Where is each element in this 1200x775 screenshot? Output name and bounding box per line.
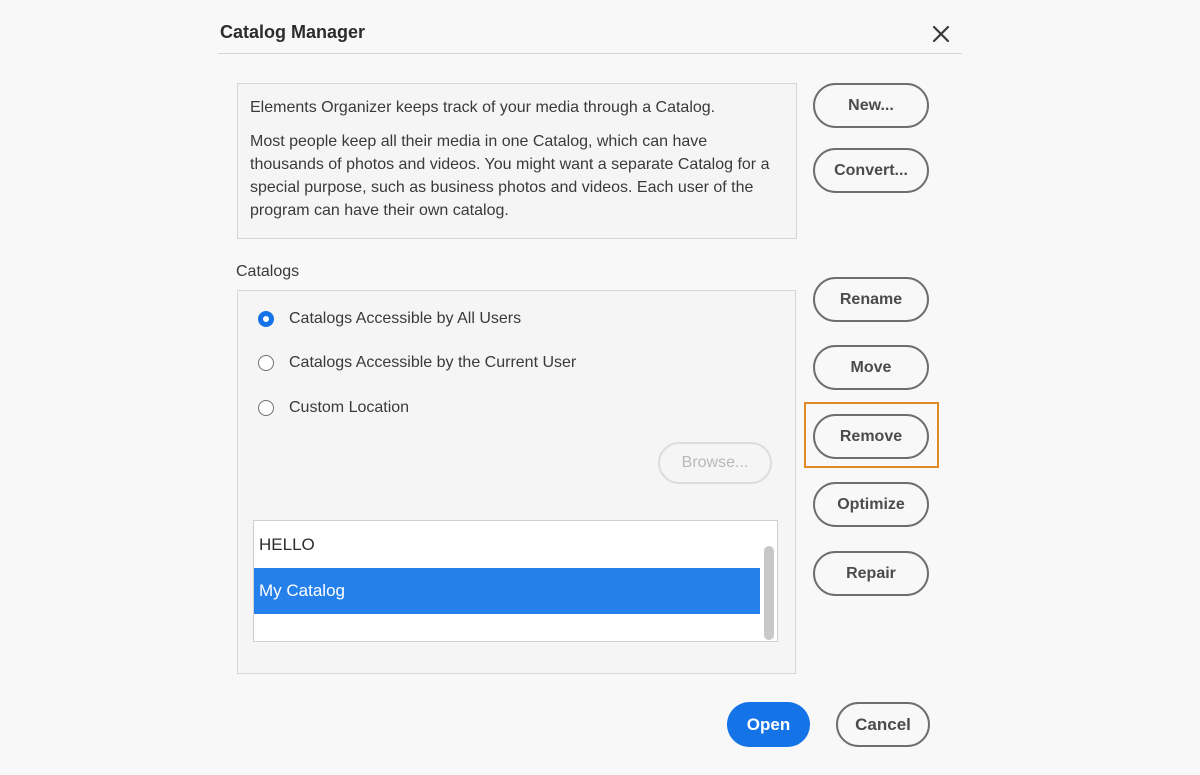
title-divider xyxy=(218,53,962,54)
catalog-manager-dialog: Catalog Manager Elements Organizer keeps… xyxy=(0,0,1200,775)
radio-button[interactable] xyxy=(258,355,274,371)
radio-label-current-user: Catalogs Accessible by the Current User xyxy=(289,354,577,371)
close-icon xyxy=(932,25,950,43)
rename-button[interactable]: Rename xyxy=(813,277,929,322)
catalog-item-hello[interactable]: HELLO xyxy=(254,522,760,568)
convert-button[interactable]: Convert... xyxy=(813,148,929,193)
catalogs-section-label: Catalogs xyxy=(236,263,300,280)
scrollbar-thumb[interactable] xyxy=(764,546,774,640)
open-button[interactable]: Open xyxy=(727,702,810,747)
optimize-button[interactable]: Optimize xyxy=(813,482,929,527)
repair-button[interactable]: Repair xyxy=(813,551,929,596)
radio-button-selected[interactable] xyxy=(258,311,274,327)
catalog-list-scrollbar[interactable] xyxy=(760,521,777,641)
catalog-item-my-catalog[interactable]: My Catalog xyxy=(254,568,760,614)
radio-label-custom-location: Custom Location xyxy=(289,399,410,416)
radio-label-all-users: Catalogs Accessible by All Users xyxy=(289,310,522,327)
close-button[interactable] xyxy=(926,20,956,48)
dialog-title: Catalog Manager xyxy=(220,22,366,42)
radio-custom-location[interactable]: Custom Location xyxy=(258,399,409,417)
move-button[interactable]: Move xyxy=(813,345,929,390)
radio-all-users[interactable]: Catalogs Accessible by All Users xyxy=(258,310,521,328)
catalogs-panel: Catalogs Accessible by All Users Catalog… xyxy=(237,290,796,674)
info-box: Elements Organizer keeps track of your m… xyxy=(237,83,797,239)
cancel-button[interactable]: Cancel xyxy=(836,702,930,747)
browse-button[interactable]: Browse... xyxy=(658,442,772,484)
new-button[interactable]: New... xyxy=(813,83,929,128)
remove-button[interactable]: Remove xyxy=(813,414,929,459)
radio-button[interactable] xyxy=(258,400,274,416)
radio-current-user[interactable]: Catalogs Accessible by the Current User xyxy=(258,354,576,372)
info-text-details: Most people keep all their media in one … xyxy=(250,133,770,219)
catalog-list[interactable]: HELLO My Catalog xyxy=(253,520,778,642)
info-text-intro: Elements Organizer keeps track of your m… xyxy=(250,99,716,116)
